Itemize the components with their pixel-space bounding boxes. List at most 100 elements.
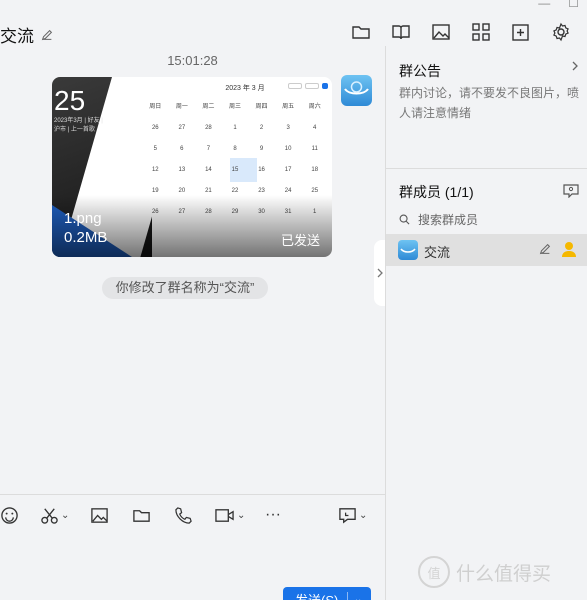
video-icon xyxy=(215,508,234,522)
calendar-weekday: 周三 xyxy=(228,104,241,110)
calendar-weekday: 周六 xyxy=(308,104,321,110)
grid-icon[interactable] xyxy=(471,22,491,42)
group-owner-icon xyxy=(562,242,576,257)
video-dropdown-caret[interactable]: ⌄ xyxy=(237,510,245,521)
edit-icon[interactable] xyxy=(538,242,552,256)
avatar-icon xyxy=(400,248,416,253)
minimize-button[interactable]: — xyxy=(538,0,550,10)
calendar-day: 10 xyxy=(284,146,292,152)
chevron-right-icon[interactable] xyxy=(571,60,579,72)
avatar[interactable] xyxy=(341,75,372,106)
search-icon xyxy=(399,214,410,225)
calendar-day: 22 xyxy=(231,188,239,194)
calendar-day: 4 xyxy=(313,125,317,131)
screenshot-dropdown-caret[interactable]: ⌄ xyxy=(61,510,69,521)
calendar-day: 27 xyxy=(178,125,186,131)
edit-icon[interactable] xyxy=(40,28,54,42)
preview-big-day: 25 xyxy=(54,85,86,116)
notice-text: 群内讨论，请不要发不良图片，喷人请注意情绪 xyxy=(399,86,580,120)
calendar-day: 28 xyxy=(205,125,212,131)
calendar-day: 7 xyxy=(206,146,211,152)
window-controls: — ☐ xyxy=(538,0,579,10)
file-size: 0.2MB xyxy=(64,229,108,246)
calendar-day: 25 xyxy=(311,188,319,194)
calendar-day: 26 xyxy=(151,125,159,131)
image-icon xyxy=(91,507,108,523)
calendar-day: 16 xyxy=(258,167,265,173)
calendar-day: 18 xyxy=(311,167,319,173)
emoji-button[interactable] xyxy=(0,505,19,525)
calendar-day: 8 xyxy=(233,146,237,152)
calendar-weekday: 周五 xyxy=(282,104,295,110)
calendar-day: 3 xyxy=(286,125,290,131)
voice-call-button[interactable] xyxy=(174,505,193,525)
calendar-weekday: 周一 xyxy=(175,104,188,110)
send-options-caret[interactable]: ⌄ xyxy=(348,594,362,600)
calendar-buttons xyxy=(288,83,328,89)
calendar-day: 23 xyxy=(258,188,265,194)
calendar-day: 17 xyxy=(284,167,292,173)
member-search[interactable]: 搜索群成员 xyxy=(399,211,478,228)
message-timestamp: 15:01:28 xyxy=(167,53,218,68)
member-list-item[interactable]: 交流 xyxy=(386,234,587,266)
emoji-icon xyxy=(1,506,18,524)
calendar-day: 1 xyxy=(233,125,237,131)
more-button[interactable]: ··· xyxy=(265,505,281,525)
calendar-day: 9 xyxy=(259,146,264,152)
phone-icon xyxy=(175,506,192,524)
calendar-day: 14 xyxy=(205,167,212,173)
watermark-text: 什么值得买 xyxy=(456,563,552,585)
composer-toolbar: ⌄ ⌄ ··· ⌄ xyxy=(0,505,385,527)
send-button[interactable]: 发送(S) ⌄ xyxy=(283,587,371,600)
calendar-day: 5 xyxy=(153,146,157,152)
member-name: 交流 xyxy=(424,245,451,260)
add-square-icon[interactable] xyxy=(511,22,531,42)
sidebar-divider xyxy=(386,168,587,169)
calendar-day: 15 xyxy=(231,167,239,173)
preview-small-text: 2023年3月 | 好友 | 沪市 | 上一首歌 xyxy=(54,118,103,133)
image-icon[interactable] xyxy=(431,22,451,42)
image-message[interactable]: 25 2023年3月 | 好友 | 沪市 | 上一首歌 2023 年 3 月 周… xyxy=(52,77,332,257)
sent-status: 已发送 xyxy=(280,233,320,248)
calendar-day: 24 xyxy=(284,188,292,194)
settings-icon[interactable] xyxy=(551,22,571,42)
member-avatar xyxy=(398,240,418,260)
watermark-logo: 值 xyxy=(418,556,450,588)
calendar-weekday: 周日 xyxy=(149,104,162,110)
folder-icon xyxy=(133,509,150,522)
file-name: 1.png xyxy=(64,210,102,227)
chat-history-button[interactable]: ⌄ xyxy=(338,505,367,525)
calendar-day: 6 xyxy=(180,146,184,152)
calendar-weekday: 周四 xyxy=(255,104,268,110)
calendar-weekday: 周二 xyxy=(202,104,215,110)
calendar-day: 2 xyxy=(259,125,264,131)
chat-title-area: 交流 xyxy=(0,22,54,47)
history-icon xyxy=(339,507,356,523)
system-message: 你修改了群名称为“交流” xyxy=(102,277,268,299)
members-title: 群成员 (1/1) xyxy=(399,184,474,200)
history-dropdown-caret[interactable]: ⌄ xyxy=(359,510,367,521)
maximize-button[interactable]: ☐ xyxy=(568,0,579,10)
chevron-right-icon xyxy=(377,268,383,278)
calendar-day: 13 xyxy=(178,167,186,173)
folder-icon[interactable] xyxy=(351,22,371,42)
chat-title: 交流 xyxy=(0,27,34,46)
more-icon: ··· xyxy=(265,506,281,523)
video-call-button[interactable]: ⌄ xyxy=(214,505,245,525)
group-sidebar: 群公告 群内讨论，请不要发不良图片，喷人请注意情绪 群成员 (1/1) 搜索群成… xyxy=(385,46,587,600)
message-composer: ⌄ ⌄ ··· ⌄ 发送(S) ⌄ xyxy=(0,494,385,600)
avatar-icon xyxy=(344,81,369,95)
screenshot-button[interactable]: ⌄ xyxy=(40,505,69,525)
calendar-day: 19 xyxy=(151,188,159,194)
calendar-day: 21 xyxy=(205,188,212,194)
send-file-button[interactable] xyxy=(132,505,151,525)
search-placeholder: 搜索群成员 xyxy=(418,213,479,227)
chat-area: 15:01:28 25 2023年3月 | 好友 | 沪市 | 上一首歌 202… xyxy=(0,53,385,494)
header-toolbar xyxy=(351,22,571,42)
notice-title: 群公告 xyxy=(399,63,441,79)
send-button-label: 发送(S) xyxy=(295,592,339,600)
book-icon[interactable] xyxy=(391,22,411,42)
member-manage-icon[interactable] xyxy=(563,184,579,198)
send-image-button[interactable] xyxy=(90,505,109,525)
calendar-day: 12 xyxy=(151,167,159,173)
